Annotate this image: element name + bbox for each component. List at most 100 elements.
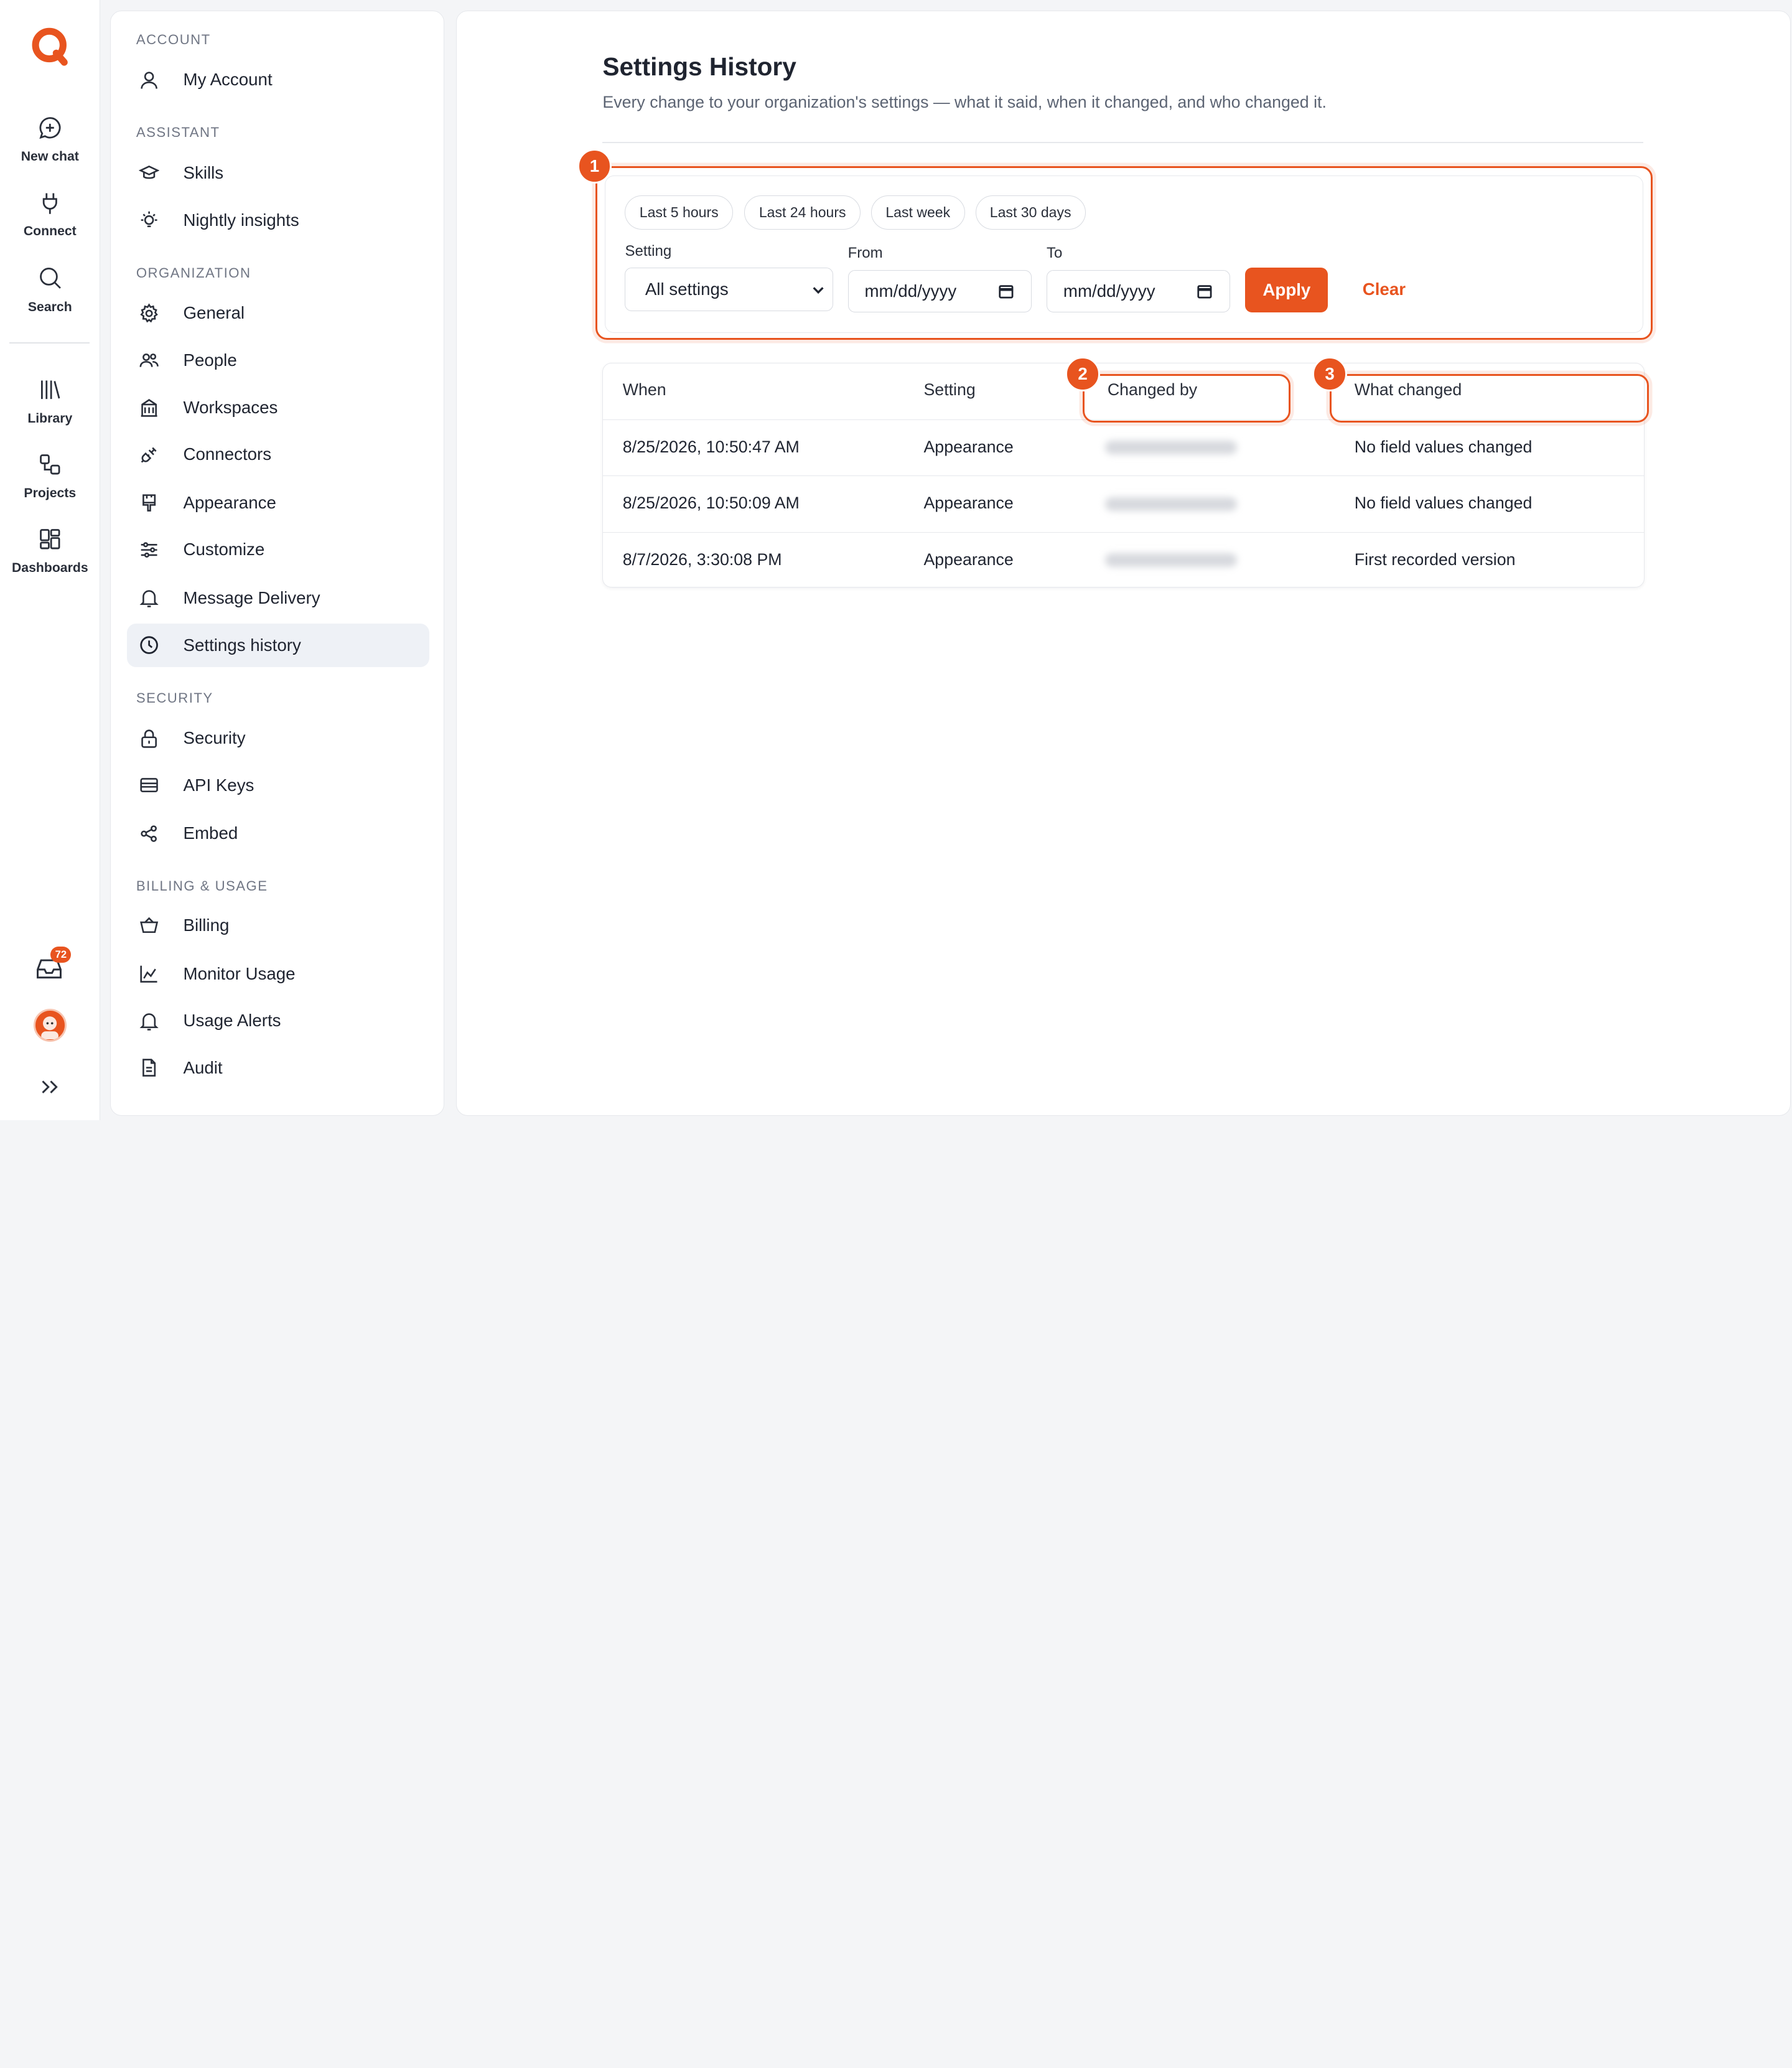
rail-dashboards[interactable]: Dashboards [0,526,100,576]
sidebar-item-api-keys[interactable]: API Keys [127,764,429,807]
building-icon [141,398,157,417]
setting-select[interactable]: All settings [625,268,833,312]
calendar-icon[interactable] [1197,283,1213,299]
share-icon [140,825,157,842]
sidebar-item-general[interactable]: General [127,291,429,335]
sidebar-item-settings-history[interactable]: Settings history [127,623,429,667]
setting-label: Setting [625,242,672,260]
apply-button[interactable]: Apply [1245,268,1328,313]
sidebar-item-label: Connectors [183,444,272,464]
cell-setting: Appearance [923,494,1014,513]
clear-button[interactable]: Clear [1363,279,1406,299]
from-date-input[interactable]: mm/dd/yyyy [847,269,1032,313]
inbox-badge: 72 [50,947,72,963]
section-header-account: ACCOUNT [136,31,211,47]
sidebar-item-label: Embed [183,823,238,843]
sidebar-item-connectors[interactable]: Connectors [127,433,429,476]
avatar[interactable] [33,1008,67,1042]
sidebar-item-label: API Keys [183,775,254,795]
sidebar-item-people[interactable]: People [127,339,429,382]
rail-label: Connect [23,223,77,238]
sidebar-item-my-account[interactable]: My Account [127,58,429,101]
cell-setting: Appearance [923,437,1014,456]
projects-icon [40,454,60,475]
rail-label: Dashboards [11,560,88,575]
chip-last-week[interactable]: Last week [870,195,965,230]
cell-what-changed: No field values changed [1354,437,1533,456]
from-date-placeholder: mm/dd/yyyy [864,281,957,301]
sidebar-item-audit[interactable]: Audit [127,1046,429,1090]
sidebar-item-label: People [183,350,237,370]
cell-when: 8/25/2026, 10:50:47 AM [622,437,800,456]
page-title: Settings History [602,52,796,82]
dashboards-icon [40,528,60,550]
bell-icon [139,1013,159,1031]
sidebar-item-customize[interactable]: Customize [127,528,429,571]
app-logo-icon[interactable] [29,26,70,67]
document-icon [142,1059,156,1077]
setting-select-value: All settings [645,279,729,299]
table-row[interactable]: 8/7/2026, 3:30:08 PM Appearance First re… [603,531,1644,587]
sidebar-item-message-delivery[interactable]: Message Delivery [127,576,429,620]
user-icon [140,72,157,89]
new-chat-icon [39,116,61,139]
table-row[interactable]: 8/25/2026, 10:50:09 AM Appearance No fie… [603,475,1644,531]
cell-what-changed: First recorded version [1354,550,1516,569]
people-icon [139,353,159,368]
settings-sidebar: ACCOUNT My Account ASSISTANT Skills Nigh… [110,10,445,1116]
library-icon [40,380,60,399]
lock-icon [141,729,157,748]
rail-search[interactable]: Search [0,265,100,314]
cell-when: 8/7/2026, 3:30:08 PM [622,550,782,569]
highlight-box-what-changed [1330,374,1650,423]
paintbrush-icon [142,494,156,512]
rail-new-chat[interactable]: New chat [0,115,100,164]
sidebar-item-workspaces[interactable]: Workspaces [127,385,429,429]
rail-connect[interactable]: Connect [0,190,100,239]
left-rail: New chat Connect Search Library Projects… [0,0,100,1121]
sidebar-item-label: Appearance [183,492,276,512]
calendar-icon[interactable] [998,283,1014,299]
cell-changed-by-redacted [1105,553,1238,568]
sidebar-item-label: Message Delivery [183,588,320,607]
column-header-when[interactable]: When [623,380,666,400]
rail-label: Search [27,299,72,314]
expand-rail-icon[interactable] [39,1077,60,1097]
sidebar-item-embed[interactable]: Embed [127,812,429,855]
chip-last-30-days[interactable]: Last 30 days [975,195,1086,230]
cell-when: 8/25/2026, 10:50:09 AM [622,494,800,513]
chip-last-5-hours[interactable]: Last 5 hours [625,195,733,230]
sidebar-item-label: Billing [183,915,230,935]
sidebar-item-label: Workspaces [183,397,278,417]
sidebar-item-security[interactable]: Security [127,716,429,760]
annotation-badge-3: 3 [1312,357,1347,391]
chip-last-24-hours[interactable]: Last 24 hours [744,195,861,230]
sidebar-item-label: Usage Alerts [183,1011,281,1031]
graduation-cap-icon [138,166,159,179]
sidebar-item-skills[interactable]: Skills [127,151,429,195]
sidebar-item-label: Customize [183,540,265,559]
sidebar-item-label: Nightly insights [183,210,299,230]
sidebar-item-usage-alerts[interactable]: Usage Alerts [127,999,429,1042]
inbox-button[interactable]: 72 [34,947,75,983]
lightbulb-icon [141,211,157,228]
rail-projects[interactable]: Projects [0,452,100,501]
column-header-setting[interactable]: Setting [923,380,975,400]
cell-setting: Appearance [923,550,1014,569]
highlight-box-changed-by [1083,374,1291,423]
rail-label: Library [27,411,73,426]
table-row[interactable]: 8/25/2026, 10:50:47 AM Appearance No fie… [603,419,1644,475]
to-label: To [1047,245,1063,262]
annotation-badge-2: 2 [1065,357,1100,391]
sidebar-item-label: General [183,303,245,323]
rail-library[interactable]: Library [0,377,100,426]
card-icon [139,778,158,793]
to-date-input[interactable]: mm/dd/yyyy [1047,269,1231,313]
sidebar-item-nightly-insights[interactable]: Nightly insights [127,199,429,242]
app-root: New chat Connect Search Library Projects… [0,0,1792,1121]
sidebar-item-billing[interactable]: Billing [127,904,429,947]
sidebar-item-monitor-usage[interactable]: Monitor Usage [127,952,429,996]
sidebar-item-appearance[interactable]: Appearance [127,481,429,525]
search-icon [40,268,61,289]
connector-icon [141,447,157,463]
